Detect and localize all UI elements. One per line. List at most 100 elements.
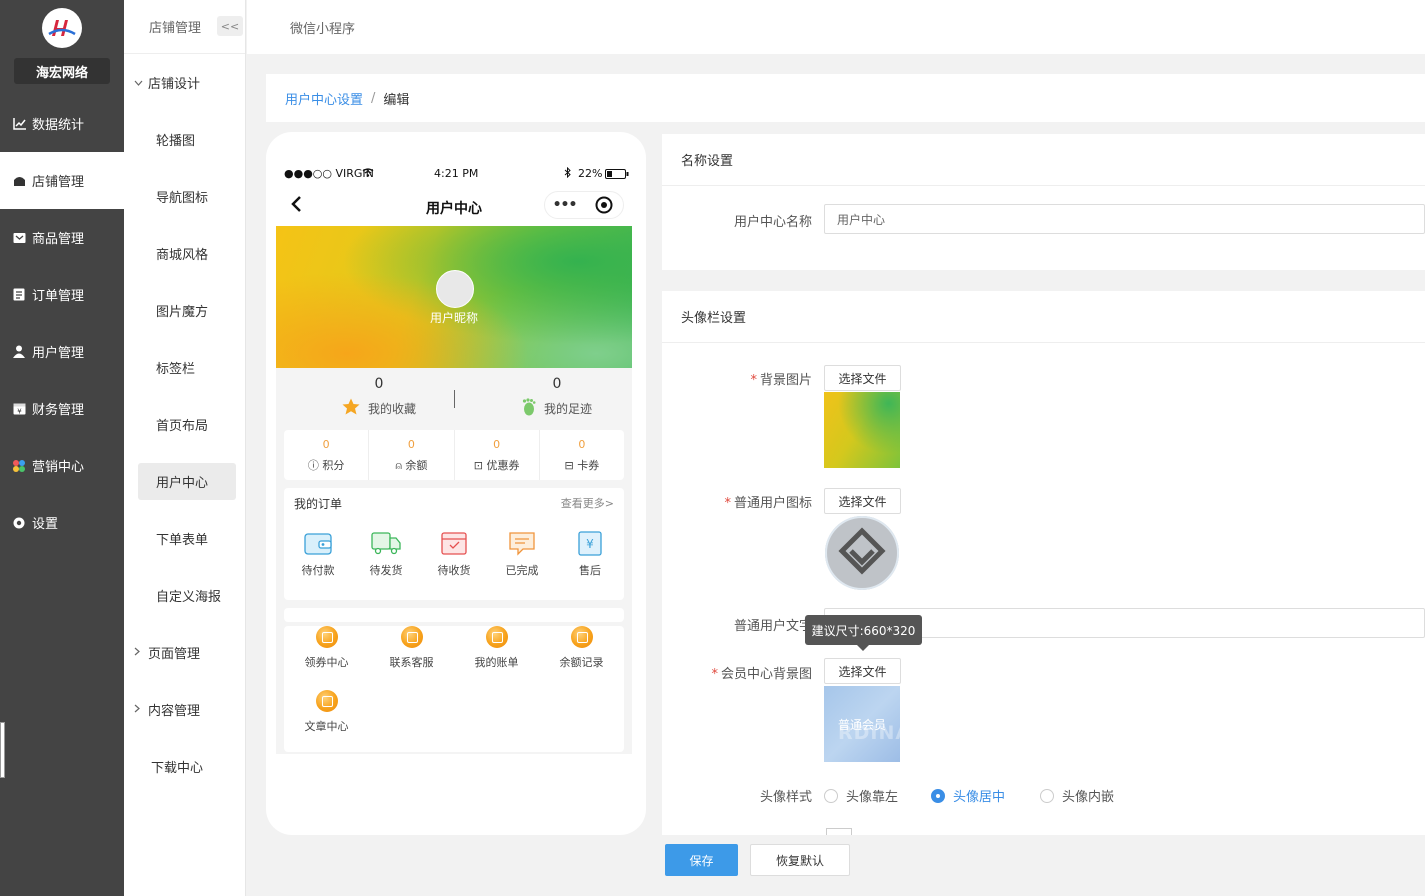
tools-grid: 领券中心 联系客服 我的账单 余额记录 文章中心: [284, 626, 624, 752]
wifi-icon: [362, 167, 374, 180]
wallet-cards[interactable]: 0 ⊟ 卡券: [540, 430, 624, 480]
subnav-group-design[interactable]: 店铺设计: [124, 54, 245, 111]
order-label: 待付款: [301, 564, 335, 577]
radio-avatar-left[interactable]: 头像靠左: [824, 786, 898, 805]
subnav-header: 店铺管理 <<: [124, 0, 245, 54]
orders-more-link[interactable]: 查看更多>: [561, 495, 614, 511]
breadcrumb-parent[interactable]: 用户中心设置: [285, 89, 363, 108]
service-icon: [400, 626, 423, 648]
tool-balance-record[interactable]: 余额记录: [539, 626, 624, 670]
label-text: 普通用户图标: [733, 496, 812, 511]
nav-item-products[interactable]: 商品管理: [0, 209, 124, 266]
user-banner: 用户昵称: [276, 226, 632, 368]
subnav-item-tabbar[interactable]: 标签栏: [124, 339, 245, 396]
nav-item-marketing[interactable]: 营销中心: [0, 437, 124, 494]
sub-sidebar: 店铺管理 << 店铺设计 轮播图 导航图标 商城风格 图片魔方 标签栏 首页布局…: [124, 0, 246, 896]
breadcrumb: 用户中心设置 / 编辑: [266, 74, 1425, 122]
mini-capsule: •••: [544, 191, 624, 219]
nav-item-finance[interactable]: ¥ 财务管理: [0, 380, 124, 437]
field-label-text: 普通用户文字: [733, 619, 812, 634]
radio-avatar-center[interactable]: 头像居中: [931, 786, 1005, 805]
footprint-icon: [522, 398, 536, 419]
coupon-icon: [315, 626, 338, 648]
choose-icon-file-button[interactable]: 选择文件: [824, 488, 901, 514]
order-pending-ship[interactable]: 待发货: [352, 530, 420, 578]
wallet-points[interactable]: 0 ⓘ 积分: [284, 430, 370, 480]
fav-count: 0: [374, 376, 384, 392]
user-icon: [12, 345, 26, 359]
size-hint-tooltip: 建议尺寸:660*320: [805, 615, 922, 651]
reset-default-button[interactable]: 恢复默认: [750, 844, 850, 876]
bluetooth-icon: [564, 166, 571, 181]
collapse-button[interactable]: <<: [217, 16, 243, 36]
divider: [454, 390, 455, 408]
chevron-down-icon: [134, 76, 148, 89]
name-settings-card: 名称设置: [662, 134, 1425, 270]
stat-footprints[interactable]: 0 我的足迹: [468, 376, 646, 419]
wallet-row: 0 ⓘ 积分 0 ⍝ 余额 0 ⊡ 优惠券 0 ⊟ 卡券: [284, 430, 624, 480]
radio-label: 头像靠左: [846, 790, 899, 805]
tool-label: 余额记录: [559, 656, 604, 669]
wallet-label: ⍝ 余额: [395, 459, 428, 472]
wallet-balance[interactable]: 0 ⍝ 余额: [369, 430, 455, 480]
chevron-right-icon: [134, 646, 148, 659]
nav-item-statistics[interactable]: 数据统计: [0, 95, 124, 152]
subnav-item-poster[interactable]: 自定义海报: [124, 567, 245, 624]
tool-my-bills[interactable]: 我的账单: [454, 626, 539, 670]
foot-count: 0: [552, 376, 562, 392]
logo-icon: [42, 8, 82, 48]
battery-icon: [605, 169, 629, 182]
phone-nav-bar: 用户中心 •••: [276, 186, 632, 226]
wallet-coupons[interactable]: 0 ⊡ 优惠券: [455, 430, 540, 480]
subnav-item-order-form[interactable]: 下单表单: [124, 510, 245, 567]
member-thumb-text: 普通会员: [837, 718, 886, 732]
nav-item-label: 财务管理: [32, 403, 85, 418]
subnav-item-user-center[interactable]: 用户中心: [138, 463, 236, 500]
tab-wechat-mini[interactable]: 微信小程序: [290, 18, 355, 37]
star-icon: [342, 398, 360, 418]
order-completed[interactable]: 已完成: [488, 530, 556, 578]
radio-avatar-inset[interactable]: 头像内嵌: [1040, 786, 1114, 805]
subnav-title: 店铺管理: [149, 21, 202, 36]
fav-label: 我的收藏: [367, 401, 416, 416]
choose-member-bg-file-button[interactable]: 选择文件: [824, 658, 901, 684]
settings-icon: [12, 516, 26, 530]
wallet-label: ⊡ 优惠券: [473, 459, 520, 472]
choose-bg-file-button[interactable]: 选择文件: [824, 365, 901, 391]
order-pending-receive[interactable]: 待收货: [420, 530, 488, 578]
subnav-group-page[interactable]: 页面管理: [124, 624, 245, 681]
order-after-sale[interactable]: ¥ 售后: [556, 530, 624, 578]
subnav-item-style[interactable]: 商城风格: [124, 225, 245, 282]
stat-favorites[interactable]: 0 我的收藏: [290, 376, 468, 418]
user-center-name-input[interactable]: 用户中心: [824, 204, 1425, 234]
radio-dot: [931, 788, 945, 803]
subnav-item-carousel[interactable]: 轮播图: [124, 111, 245, 168]
chart-icon: [12, 117, 26, 131]
subnav-item-image-cube[interactable]: 图片魔方: [124, 282, 245, 339]
scroll-handle[interactable]: [0, 722, 5, 778]
nav-item-users[interactable]: 用户管理: [0, 323, 124, 380]
nav-item-label: 订单管理: [32, 289, 85, 304]
article-icon: [315, 690, 338, 712]
label-text: 会员中心背景图: [720, 667, 812, 682]
subnav-item-download[interactable]: 下载中心: [124, 738, 245, 795]
subnav-group-content[interactable]: 内容管理: [124, 681, 245, 738]
order-pending-payment[interactable]: 待付款: [284, 530, 352, 578]
svg-text:¥: ¥: [586, 537, 594, 551]
tool-article-center[interactable]: 文章中心: [284, 690, 369, 734]
nav-item-label: 营销中心: [32, 460, 85, 475]
nav-item-settings[interactable]: 设置: [0, 494, 124, 551]
close-target-icon[interactable]: [584, 196, 623, 214]
nav-item-label: 设置: [32, 517, 59, 532]
tool-coupon-center[interactable]: 领券中心: [284, 626, 369, 670]
save-button[interactable]: 保存: [665, 844, 738, 876]
subnav-item-nav-icons[interactable]: 导航图标: [124, 168, 245, 225]
nav-item-shop[interactable]: 店铺管理: [0, 152, 124, 209]
card-title: 头像栏设置: [662, 291, 1425, 343]
tool-customer-service[interactable]: 联系客服: [369, 626, 454, 670]
tool-label: 联系客服: [389, 656, 434, 669]
nav-item-orders[interactable]: 订单管理: [0, 266, 124, 323]
brand-name: 海宏网络: [14, 58, 110, 84]
more-icon[interactable]: •••: [545, 197, 584, 213]
subnav-item-home-layout[interactable]: 首页布局: [124, 396, 245, 453]
